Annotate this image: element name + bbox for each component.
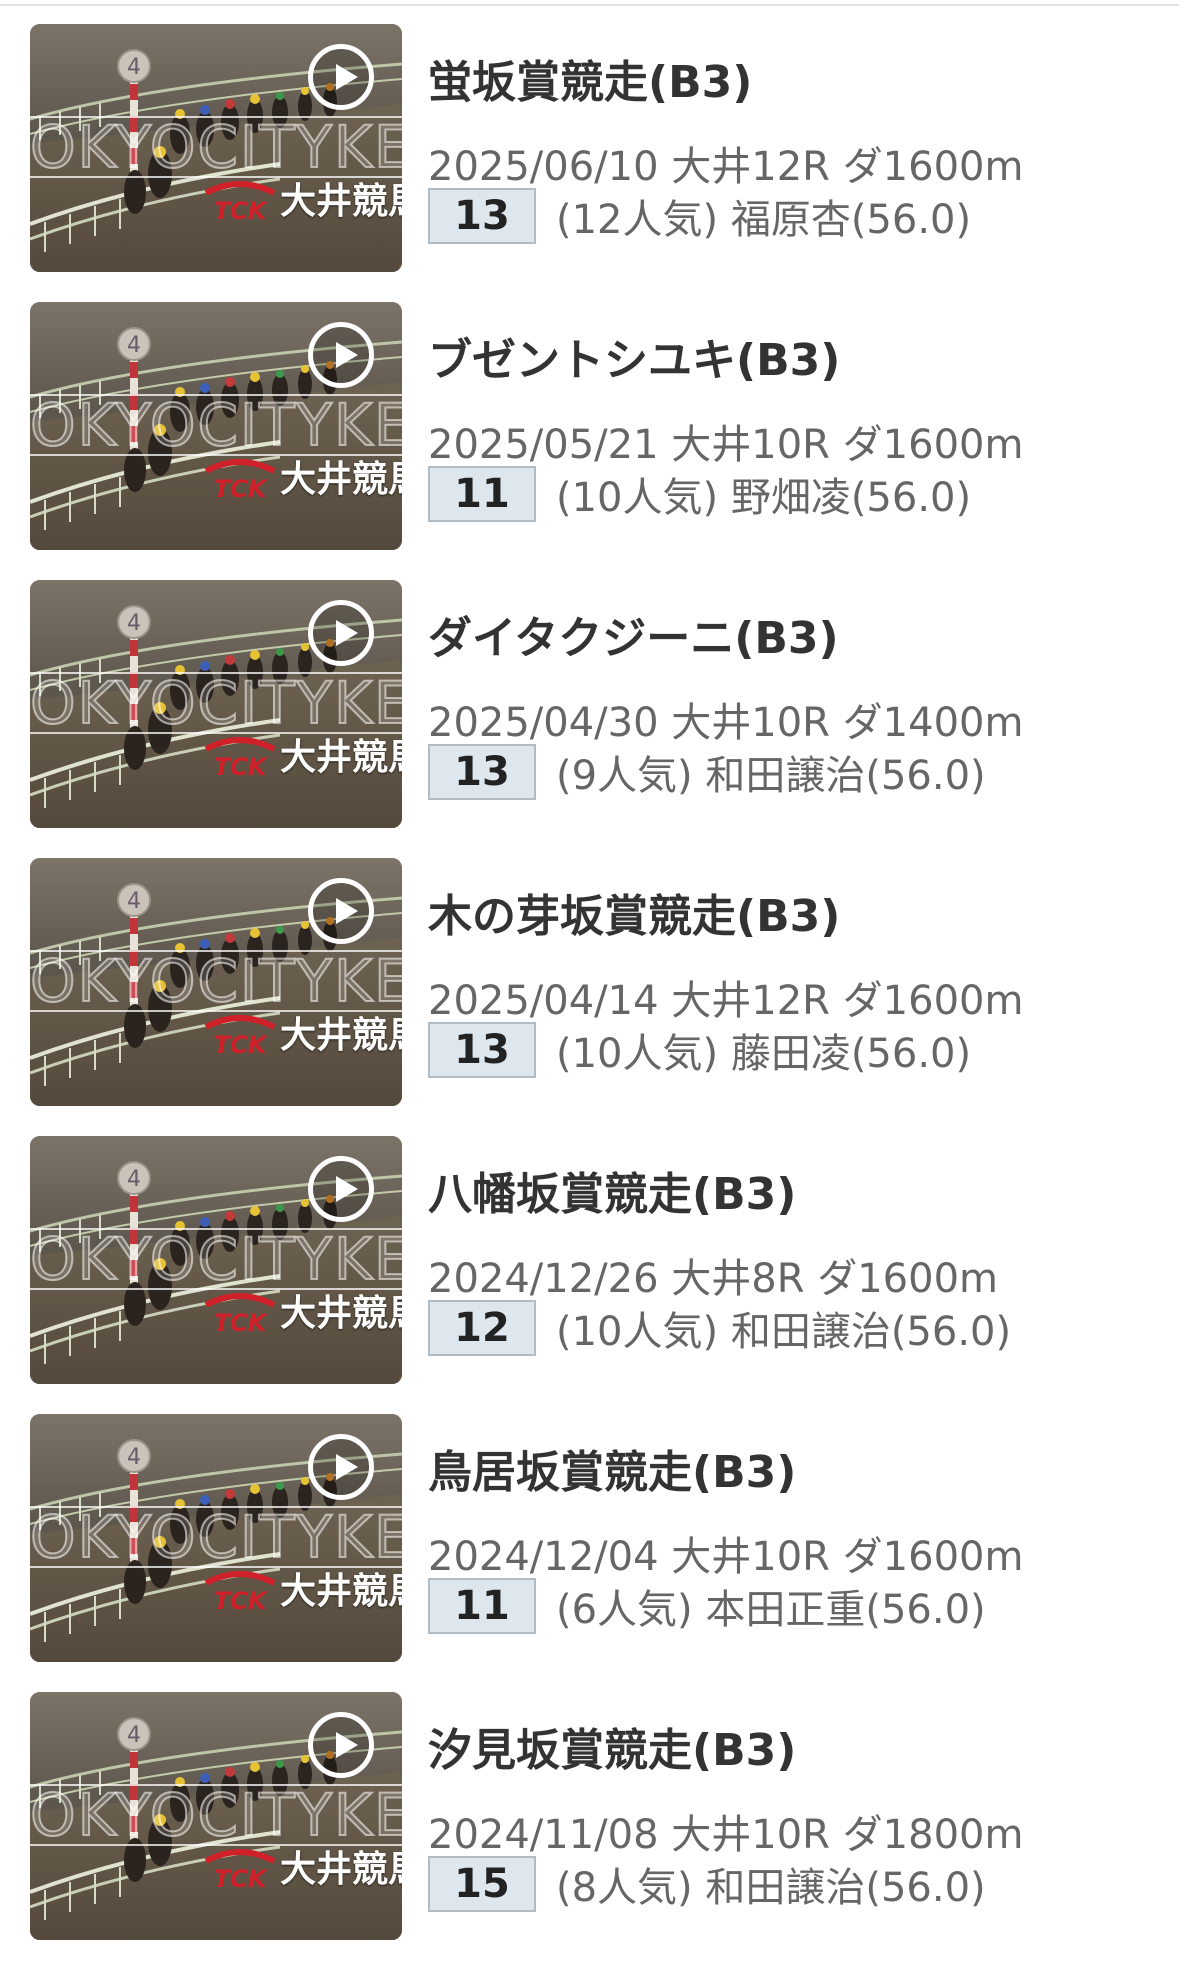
- race-title[interactable]: 蛍坂賞競走(B3): [428, 46, 752, 110]
- finish-position-badge: 11: [428, 466, 536, 522]
- popularity-jockey-weight: (12人気) 福原杏(56.0): [556, 197, 972, 243]
- track-label: 大井競馬: [280, 737, 402, 778]
- race-date-venue-distance: 2024/11/08 大井10R ダ1800m: [428, 1812, 1024, 1858]
- race-date-venue-distance: 2025/04/14 大井12R ダ1600m: [428, 978, 1024, 1024]
- overlay-line-top: [30, 116, 402, 118]
- result-row: 11 (6人気) 本田正重(56.0): [428, 1578, 986, 1634]
- overlay-line-top: [30, 672, 402, 674]
- race-video-thumbnail[interactable]: 4 OKYOCITYKEIBA: [30, 1692, 402, 1940]
- race-date-venue-distance: 2025/06/10 大井12R ダ1600m: [428, 144, 1024, 190]
- race-list-item[interactable]: 4 OKYOCITYKEIBA: [0, 1692, 1179, 1965]
- overlay-line-top: [30, 1784, 402, 1786]
- track-label: 大井競馬: [280, 1849, 402, 1890]
- race-date-venue-distance: 2025/05/21 大井10R ダ1600m: [428, 422, 1024, 468]
- logo-text: TCK: [214, 1865, 269, 1891]
- finish-position-badge: 15: [428, 1856, 536, 1912]
- finish-position-badge: 13: [428, 1022, 536, 1078]
- pole-number: 4: [127, 611, 141, 636]
- play-circle-icon[interactable]: [308, 44, 374, 110]
- race-video-thumbnail[interactable]: 4 OKYOCITYKEIBA: [30, 580, 402, 828]
- finish-position-badge: 13: [428, 744, 536, 800]
- logo-text: TCK: [214, 197, 269, 223]
- play-circle-icon[interactable]: [308, 322, 374, 388]
- tck-logo-icon: TCK: [204, 737, 276, 779]
- tck-logo-icon: TCK: [204, 181, 276, 223]
- pole-number: 4: [127, 333, 141, 358]
- track-label: 大井競馬: [280, 1015, 402, 1056]
- overlay-line-top: [30, 950, 402, 952]
- finish-position-badge: 12: [428, 1300, 536, 1356]
- tck-logo-icon: TCK: [204, 1571, 276, 1613]
- tck-logo-icon: TCK: [204, 1849, 276, 1891]
- pole-number: 4: [127, 55, 141, 80]
- pole-number: 4: [127, 1167, 141, 1192]
- race-title[interactable]: 木の芽坂賞競走(B3): [428, 880, 840, 944]
- tck-logo-icon: TCK: [204, 1293, 276, 1335]
- logo-text: TCK: [214, 1031, 269, 1057]
- pole-number: 4: [127, 889, 141, 914]
- race-list-item[interactable]: 4 OKYOCITYKEIBA: [0, 1414, 1179, 1692]
- popularity-jockey-weight: (6人気) 本田正重(56.0): [556, 1587, 986, 1633]
- result-row: 13 (12人気) 福原杏(56.0): [428, 188, 971, 244]
- race-list-item[interactable]: 4 OKYOCITYKEIBA: [0, 24, 1179, 302]
- tck-logo-icon: TCK: [204, 459, 276, 501]
- overlay-line-top: [30, 394, 402, 396]
- race-title[interactable]: 鳥居坂賞競走(B3): [428, 1436, 796, 1500]
- result-row: 12 (10人気) 和田譲治(56.0): [428, 1300, 1011, 1356]
- result-row: 13 (10人気) 藤田凌(56.0): [428, 1022, 971, 1078]
- result-row: 13 (9人気) 和田譲治(56.0): [428, 744, 986, 800]
- race-video-thumbnail[interactable]: 4 OKYOCITYKEIBA: [30, 1136, 402, 1384]
- race-video-thumbnail[interactable]: 4 OKYOCITYKEIBA: [30, 24, 402, 272]
- race-history-list: 4 OKYOCITYKEIBA: [0, 24, 1179, 1965]
- popularity-jockey-weight: (9人気) 和田譲治(56.0): [556, 753, 986, 799]
- finish-position-badge: 11: [428, 1578, 536, 1634]
- race-list-item[interactable]: 4 OKYOCITYKEIBA: [0, 1136, 1179, 1414]
- race-date-venue-distance: 2025/04/30 大井10R ダ1400m: [428, 700, 1024, 746]
- pole-number: 4: [127, 1723, 141, 1748]
- logo-text: TCK: [214, 1309, 269, 1335]
- overlay-line-top: [30, 1228, 402, 1230]
- result-row: 15 (8人気) 和田譲治(56.0): [428, 1856, 986, 1912]
- tck-logo-icon: TCK: [204, 1015, 276, 1057]
- track-label: 大井競馬: [280, 1293, 402, 1334]
- race-date-venue-distance: 2024/12/04 大井10R ダ1600m: [428, 1534, 1024, 1580]
- result-row: 11 (10人気) 野畑凌(56.0): [428, 466, 971, 522]
- popularity-jockey-weight: (8人気) 和田譲治(56.0): [556, 1865, 986, 1911]
- play-circle-icon[interactable]: [308, 878, 374, 944]
- play-circle-icon[interactable]: [308, 600, 374, 666]
- track-label: 大井競馬: [280, 1571, 402, 1612]
- race-list-item[interactable]: 4 OKYOCITYKEIBA: [0, 580, 1179, 858]
- track-label: 大井競馬: [280, 181, 402, 222]
- finish-position-badge: 13: [428, 188, 536, 244]
- logo-text: TCK: [214, 1587, 269, 1613]
- popularity-jockey-weight: (10人気) 和田譲治(56.0): [556, 1309, 1012, 1355]
- race-title[interactable]: 汐見坂賞競走(B3): [428, 1714, 796, 1778]
- pole-number: 4: [127, 1445, 141, 1470]
- play-circle-icon[interactable]: [308, 1434, 374, 1500]
- race-title[interactable]: ダイタクジーニ(B3): [428, 602, 839, 666]
- race-video-thumbnail[interactable]: 4 OKYOCITYKEIBA: [30, 1414, 402, 1662]
- play-circle-icon[interactable]: [308, 1156, 374, 1222]
- top-divider: [0, 4, 1179, 6]
- logo-text: TCK: [214, 475, 269, 501]
- play-circle-icon[interactable]: [308, 1712, 374, 1778]
- race-list-item[interactable]: 4 OKYOCITYKEIBA: [0, 302, 1179, 580]
- race-date-venue-distance: 2024/12/26 大井8R ダ1600m: [428, 1256, 998, 1302]
- popularity-jockey-weight: (10人気) 野畑凌(56.0): [556, 475, 972, 521]
- race-title[interactable]: 八幡坂賞競走(B3): [428, 1158, 796, 1222]
- track-label: 大井競馬: [280, 459, 402, 500]
- popularity-jockey-weight: (10人気) 藤田凌(56.0): [556, 1031, 972, 1077]
- race-list-item[interactable]: 4 OKYOCITYKEIBA: [0, 858, 1179, 1136]
- race-video-thumbnail[interactable]: 4 OKYOCITYKEIBA: [30, 858, 402, 1106]
- race-video-thumbnail[interactable]: 4 OKYOCITYKEIBA: [30, 302, 402, 550]
- overlay-line-top: [30, 1506, 402, 1508]
- logo-text: TCK: [214, 753, 269, 779]
- race-title[interactable]: ブゼントシユキ(B3): [428, 324, 840, 388]
